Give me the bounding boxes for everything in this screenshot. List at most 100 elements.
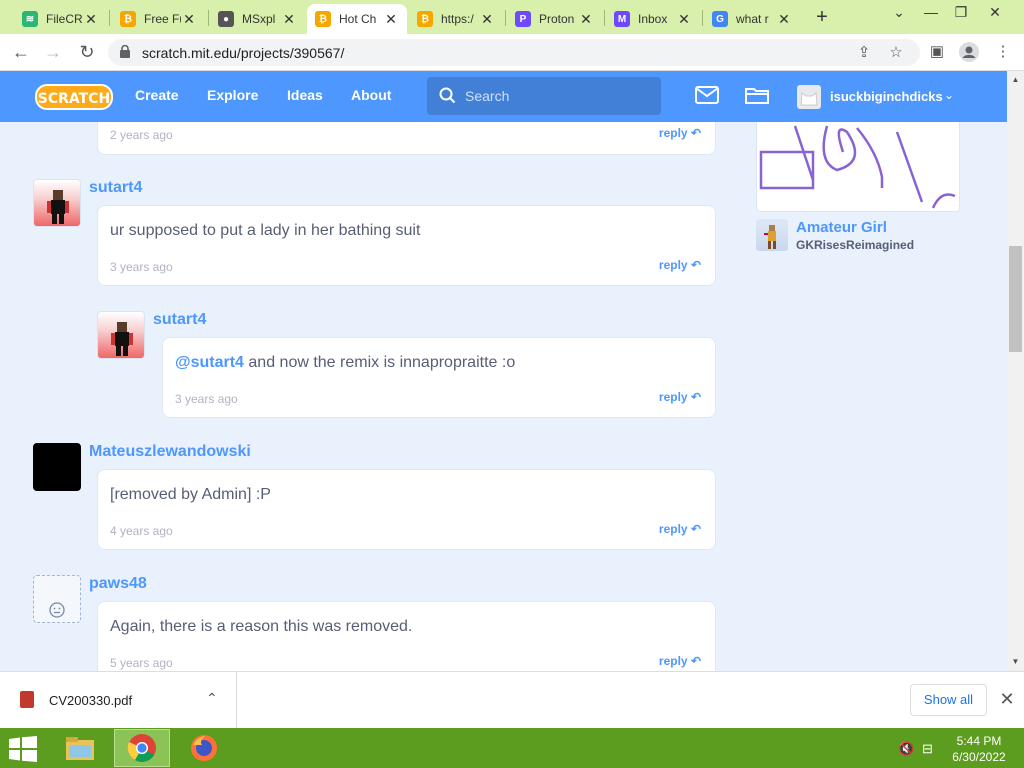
- user-avatar[interactable]: [797, 85, 821, 109]
- reload-icon[interactable]: ↻: [76, 41, 98, 63]
- window-close-icon[interactable]: ✕: [980, 4, 1010, 21]
- browser-tab[interactable]: P Proton ✕: [507, 4, 602, 34]
- browser-tab[interactable]: ₿ https:/ ✕: [409, 4, 503, 34]
- file-explorer-taskbar-icon[interactable]: [52, 729, 108, 767]
- reply-button[interactable]: reply ↶: [659, 258, 701, 272]
- chrome-taskbar-icon[interactable]: [114, 729, 170, 767]
- browser-tab-strip: ≋ FileCR ✕ ₿ Free Fu ✕ ● MSxpl ✕ ₿ Hot C…: [0, 0, 1024, 34]
- tab-close-icon[interactable]: ✕: [83, 11, 99, 28]
- download-bar: CV200330.pdf ⌃ Show all ✕: [0, 671, 1024, 728]
- tab-title: https:/: [441, 12, 474, 26]
- page-scrollbar[interactable]: ▲ ▼: [1007, 71, 1024, 671]
- url-text: scratch.mit.edu/projects/390567/: [142, 45, 345, 61]
- download-file-name: CV200330.pdf: [49, 693, 133, 708]
- network-icon[interactable]: ⊟: [922, 741, 933, 757]
- tab-title: what r: [736, 12, 769, 26]
- show-all-button[interactable]: Show all: [910, 684, 987, 716]
- pdf-file-icon: [20, 691, 34, 708]
- nav-explore[interactable]: Explore: [207, 87, 258, 103]
- browser-menu-icon[interactable]: ⋮: [992, 42, 1014, 64]
- scroll-down-arrow-icon[interactable]: ▼: [1011, 657, 1020, 666]
- volume-muted-icon[interactable]: 🔇: [898, 741, 914, 757]
- side-panel-icon[interactable]: ▣: [926, 42, 948, 64]
- download-options-chevron-icon[interactable]: ⌃: [206, 690, 218, 707]
- tab-close-icon[interactable]: ✕: [479, 11, 495, 28]
- nav-about[interactable]: About: [351, 87, 391, 103]
- avatar[interactable]: [97, 311, 145, 359]
- messages-envelope-icon[interactable]: [695, 85, 719, 105]
- reply-button[interactable]: reply ↶: [659, 654, 701, 668]
- avatar[interactable]: [33, 179, 81, 227]
- comment-text: @sutart4 and now the remix is innapropra…: [175, 354, 516, 371]
- lock-icon: [120, 45, 130, 58]
- browser-toolbar: ← → ↻ scratch.mit.edu/projects/390567/ ⇪…: [0, 34, 1024, 71]
- comment-box: [removed by Admin] :P 4 years ago reply …: [97, 469, 716, 550]
- msxpl-favicon-icon: ●: [218, 11, 234, 27]
- tab-close-icon[interactable]: ✕: [181, 11, 197, 28]
- share-icon[interactable]: ⇪: [854, 43, 874, 63]
- browser-tab[interactable]: ● MSxpl ✕: [210, 4, 305, 34]
- comment-box: @sutart4 and now the remix is innapropra…: [162, 337, 716, 418]
- browser-tab[interactable]: M Inbox ✕: [606, 4, 700, 34]
- forward-arrow-icon[interactable]: →: [42, 41, 64, 63]
- comment-username[interactable]: paws48: [89, 575, 147, 593]
- nav-create[interactable]: Create: [135, 87, 179, 103]
- firefox-taskbar-icon[interactable]: [176, 729, 232, 767]
- comment-username[interactable]: sutart4: [89, 179, 142, 197]
- project-page-content: 2 years ago reply ↶ sutart4 ur supposed …: [0, 122, 1007, 671]
- search-input[interactable]: Search: [427, 77, 661, 115]
- username-label[interactable]: isuckbiginchdicks: [830, 89, 943, 104]
- project-thumbnail-card[interactable]: [756, 122, 960, 212]
- nav-ideas[interactable]: Ideas: [287, 87, 323, 103]
- profile-icon[interactable]: [958, 42, 980, 64]
- comment-time: 5 years ago: [110, 656, 173, 670]
- minimize-icon[interactable]: —: [916, 4, 946, 20]
- bitcoin-favicon-icon: ₿: [120, 11, 136, 27]
- project-author-link[interactable]: GKRisesReimagined: [796, 238, 914, 252]
- close-download-bar-icon[interactable]: ✕: [997, 689, 1017, 710]
- tab-search-chevron-icon[interactable]: ⌄: [884, 4, 914, 21]
- comment-time: 2 years ago: [110, 128, 173, 142]
- taskbar-clock-time[interactable]: 5:44 PM: [944, 734, 1014, 748]
- reply-button[interactable]: reply ↶: [659, 126, 701, 140]
- tab-close-icon[interactable]: ✕: [776, 11, 792, 28]
- scratch-logo[interactable]: SCRATCH: [35, 84, 113, 110]
- browser-tab[interactable]: G what r ✕: [704, 4, 800, 34]
- restore-icon[interactable]: ❐: [946, 4, 976, 21]
- scroll-up-arrow-icon[interactable]: ▲: [1011, 75, 1020, 84]
- tab-title: Inbox: [638, 12, 668, 26]
- reply-button[interactable]: reply ↶: [659, 390, 701, 404]
- browser-tab[interactable]: ₿ Free Fu ✕: [112, 4, 205, 34]
- protonmail-favicon-icon: M: [614, 11, 630, 27]
- filecr-favicon-icon: ≋: [22, 11, 38, 27]
- tab-close-icon[interactable]: ✕: [676, 11, 692, 28]
- default-avatar[interactable]: [33, 575, 81, 623]
- reply-button[interactable]: reply ↶: [659, 522, 701, 536]
- tab-close-icon[interactable]: ✕: [578, 11, 594, 28]
- taskbar-clock-date[interactable]: 6/30/2022: [944, 750, 1014, 764]
- my-stuff-folder-icon[interactable]: [745, 85, 769, 105]
- tab-close-icon[interactable]: ✕: [383, 11, 399, 28]
- new-tab-icon[interactable]: +: [812, 6, 832, 28]
- tab-close-icon[interactable]: ✕: [281, 11, 297, 28]
- comment-username[interactable]: sutart4: [153, 311, 206, 329]
- comment-box: ur supposed to put a lady in her bathing…: [97, 205, 716, 286]
- project-thumbnail[interactable]: [756, 219, 788, 251]
- bookmark-star-icon[interactable]: ☆: [886, 43, 906, 63]
- browser-tab-active[interactable]: ₿ Hot Ch ✕: [307, 4, 407, 34]
- proton-favicon-icon: P: [515, 11, 531, 27]
- comment-username[interactable]: Mateuszlewandowski: [89, 443, 251, 461]
- tab-title: Hot Ch: [339, 12, 377, 26]
- windows-start-icon[interactable]: [9, 736, 37, 762]
- address-bar[interactable]: scratch.mit.edu/projects/390567/ ⇪ ☆: [108, 39, 920, 66]
- browser-tab[interactable]: ≋ FileCR ✕: [14, 4, 107, 34]
- avatar[interactable]: [33, 443, 81, 491]
- scrollbar-thumb[interactable]: [1009, 246, 1022, 352]
- mention-link[interactable]: @sutart4: [175, 354, 244, 371]
- account-dropdown-caret-icon[interactable]: ⌄: [944, 88, 954, 102]
- google-favicon-icon: G: [712, 11, 728, 27]
- download-item[interactable]: CV200330.pdf ⌃: [0, 672, 237, 728]
- comment-time: 4 years ago: [110, 524, 173, 538]
- project-title-link[interactable]: Amateur Girl: [796, 219, 887, 236]
- back-arrow-icon[interactable]: ←: [10, 41, 32, 63]
